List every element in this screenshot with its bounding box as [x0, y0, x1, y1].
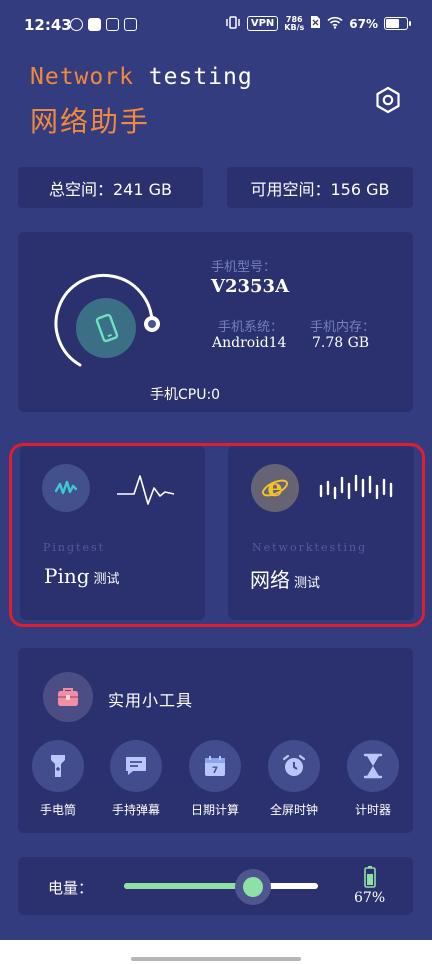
- total-space-text: 总空间：241 GB: [48, 179, 172, 199]
- no-sim-icon: [310, 15, 321, 32]
- tool-date[interactable]: 7 日期计算: [181, 740, 249, 818]
- ping-title-suffix: 测试: [93, 572, 120, 587]
- svg-text:7: 7: [212, 766, 218, 776]
- battery-percent-text: 67%: [349, 16, 378, 31]
- network-title-suffix: 测试: [294, 576, 321, 591]
- speed-unit: KB/s: [284, 22, 305, 32]
- os-label: 手机系统：: [218, 320, 284, 335]
- battery-slider-track[interactable]: [124, 883, 318, 889]
- tool-clock[interactable]: 全屏时钟: [260, 740, 328, 818]
- tool-label: 手电筒: [39, 803, 76, 817]
- mail-notification-icon: [106, 18, 119, 31]
- os-value: Android14: [212, 335, 287, 351]
- network-title-main: 网络: [250, 568, 290, 592]
- system-notification-icon: [124, 18, 137, 31]
- app-title-chinese: 网络助手: [30, 105, 151, 138]
- app-notification-icon: [88, 18, 101, 31]
- tool-timer[interactable]: 计时器: [339, 740, 407, 818]
- free-space-pill: 可用空间：156 GB: [227, 167, 413, 208]
- battery-slider-thumb[interactable]: [235, 869, 271, 905]
- message-icon: [110, 740, 162, 792]
- network-speed: 786 KB/s: [284, 15, 305, 32]
- phone-icon: [95, 313, 119, 347]
- hourglass-icon: [347, 740, 399, 792]
- battery-level-icon: [364, 866, 376, 888]
- tools-title: 实用小工具: [108, 691, 194, 710]
- battery-label: 电量：: [48, 879, 94, 897]
- notification-icon: [70, 18, 83, 31]
- app-title-english: Network testing: [30, 64, 253, 90]
- pulse-wave-icon: [116, 470, 176, 514]
- ping-title-main: Ping: [44, 564, 90, 588]
- tool-label: 手持弹幕: [111, 803, 160, 817]
- vpn-indicator: VPN: [246, 16, 279, 31]
- browser-e-icon: e: [251, 464, 299, 512]
- tool-label: 计时器: [354, 803, 391, 817]
- alarm-clock-icon: [268, 740, 320, 792]
- title-word-testing: testing: [148, 64, 253, 90]
- network-title: 网络 测试: [250, 564, 320, 593]
- settings-icon[interactable]: [374, 86, 402, 114]
- svg-text:e: e: [267, 474, 282, 502]
- tool-label: 日期计算: [190, 803, 239, 817]
- model-value: V2353A: [211, 276, 290, 297]
- calendar-icon: 7: [189, 740, 241, 792]
- ping-subtitle: Pingtest: [43, 541, 106, 554]
- title-word-network: Network: [30, 64, 134, 90]
- ping-title: Ping 测试: [44, 564, 120, 588]
- status-indicators: VPN 786 KB/s 67%: [225, 15, 411, 32]
- tool-barrage[interactable]: 手持弹幕: [102, 740, 170, 818]
- signal-bars-icon: [318, 474, 396, 508]
- vibrate-icon: [225, 15, 241, 32]
- cpu-info: 手机CPU:0: [150, 387, 221, 403]
- total-space-pill: 总空间：241 GB: [18, 167, 203, 208]
- flashlight-icon: [32, 740, 84, 792]
- toolbox-icon: [43, 672, 93, 722]
- status-time: 12:43: [24, 16, 72, 34]
- battery-percent: 67%: [354, 890, 386, 906]
- tool-label: 全屏时钟: [269, 803, 318, 817]
- model-label: 手机型号：: [211, 260, 277, 275]
- memory-label: 手机内存：: [310, 320, 376, 335]
- tool-flashlight[interactable]: 手电筒: [24, 740, 92, 818]
- home-indicator[interactable]: [131, 957, 301, 961]
- memory-value: 7.78 GB: [312, 335, 370, 351]
- free-space-text: 可用空间：156 GB: [250, 179, 390, 199]
- ping-icon: [42, 464, 90, 512]
- wifi-icon: [327, 16, 343, 32]
- network-subtitle: Networktesting: [252, 541, 368, 554]
- battery-icon: [384, 17, 411, 30]
